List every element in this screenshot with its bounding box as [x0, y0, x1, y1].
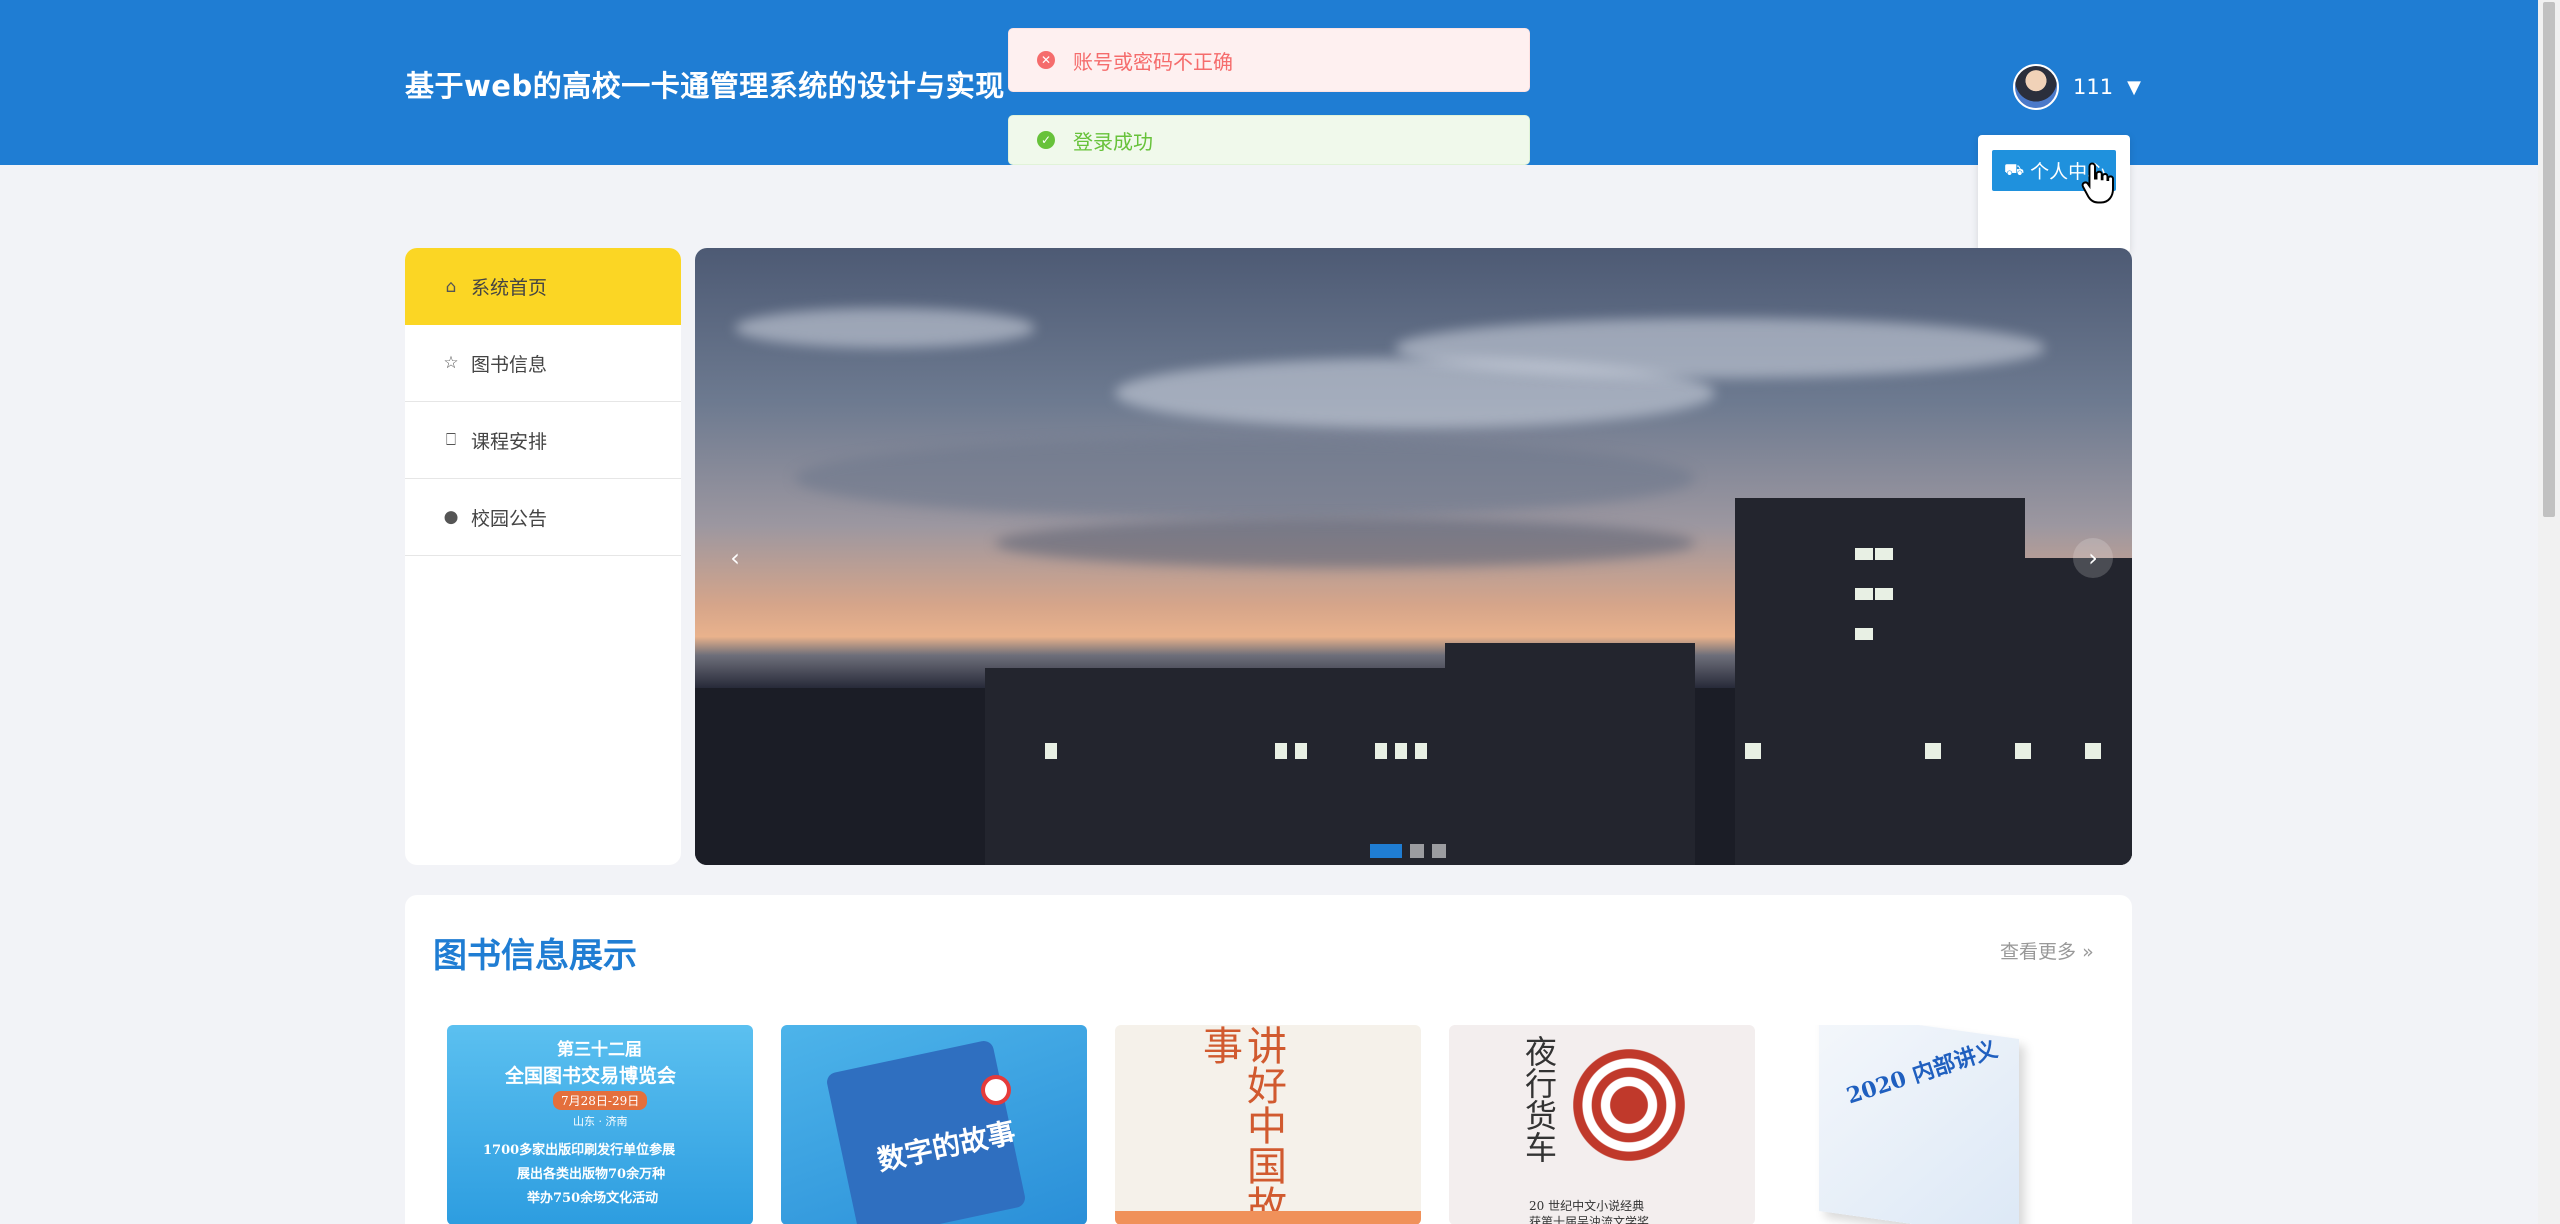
carousel-next-button[interactable]: ›	[2073, 538, 2113, 578]
user-menu[interactable]: 111 ▼	[2013, 63, 2141, 111]
book-cover-text: 全国图书交易博览会	[505, 1065, 677, 1087]
window-light	[1855, 548, 1873, 560]
success-circle-icon: ✓	[1037, 131, 1055, 149]
book-cover-text: 山东 · 济南	[573, 1115, 628, 1128]
window-light	[1875, 548, 1893, 560]
sidebar-item-label: 系统首页	[471, 277, 548, 299]
book-cover-sub: 获第十届吴浊流文学奖	[1529, 1215, 1650, 1224]
carousel-prev-button[interactable]: ‹	[715, 538, 755, 578]
sidebar-item-notices[interactable]: ● 校园公告	[405, 479, 681, 556]
carousel-indicator[interactable]	[1432, 844, 1446, 858]
lock-icon: ⎕	[445, 430, 457, 450]
window-light	[1045, 743, 1057, 759]
double-chevron-right-icon: »	[2082, 941, 2094, 963]
window-light	[1295, 743, 1307, 759]
sidebar-item-label: 图书信息	[471, 353, 548, 376]
info-icon: ●	[443, 507, 459, 527]
book-showcase: 图书信息展示 查看更多 » 第三十二届 全国图书交易博览会 7月28日-29日 …	[405, 895, 2132, 1224]
window-light	[1875, 588, 1893, 600]
truck-icon: ⛟	[2004, 160, 2025, 179]
building-shape	[1895, 558, 2132, 865]
window-light	[1855, 588, 1873, 600]
building-shape	[1445, 643, 1695, 865]
sidebar-item-home[interactable]: ⌂ 系统首页	[405, 248, 681, 325]
success-toast: ✓ 登录成功	[1008, 115, 1530, 165]
site-title: 基于web的高校一卡通管理系统的设计与实现	[405, 69, 1005, 103]
error-toast-text: 账号或密码不正确	[1073, 49, 1233, 74]
sidebar-item-courses[interactable]: ⎕ 课程安排	[405, 402, 681, 479]
star-icon: ☆	[443, 353, 459, 373]
home-icon: ⌂	[445, 276, 457, 297]
sidebar-menu: ⌂ 系统首页 ☆ 图书信息 ⎕ 课程安排 ● 校园公告	[405, 248, 681, 865]
cloud-shape	[735, 308, 1035, 348]
book-cover-title: 讲好中国故事	[1196, 1025, 1286, 1224]
window-light	[1855, 628, 1873, 640]
book-cover-text: 第三十二届	[557, 1040, 642, 1060]
book-cover-sub: 20 世纪中文小说经典	[1529, 1199, 1645, 1213]
success-toast-text: 登录成功	[1073, 129, 1153, 154]
book-cover-title: 夜行货车	[1520, 1035, 1558, 1163]
sidebar-item-label: 课程安排	[471, 430, 548, 453]
section-title: 图书信息展示	[433, 936, 637, 976]
window-light	[2015, 743, 2031, 759]
view-more-link[interactable]: 查看更多 »	[2000, 937, 2094, 964]
book-card[interactable]: 第三十二届 全国图书交易博览会 7月28日-29日 山东 · 济南 1700多家…	[447, 1025, 753, 1224]
sidebar-item-books[interactable]: ☆ 图书信息	[405, 325, 681, 402]
book-cover-text: 展出各类出版物70余万种	[517, 1167, 666, 1182]
user-avatar[interactable]	[2013, 64, 2059, 110]
error-circle-icon: ✕	[1037, 51, 1055, 69]
carousel-indicator[interactable]	[1410, 844, 1424, 858]
window-light	[1925, 743, 1941, 759]
banner-carousel[interactable]: ‹ ›	[695, 248, 2132, 865]
book-cover-text: 7月28日-29日	[553, 1091, 648, 1110]
window-light	[1745, 743, 1761, 759]
user-name[interactable]: 111	[2073, 75, 2113, 99]
caret-down-icon[interactable]: ▼	[2127, 77, 2141, 98]
window-light	[1415, 743, 1427, 759]
cloud-shape	[995, 518, 1695, 568]
scrollbar-thumb[interactable]	[2543, 2, 2555, 517]
sidebar-item-label: 校园公告	[471, 507, 548, 530]
window-light	[1375, 743, 1387, 759]
page-scrollbar[interactable]	[2538, 0, 2560, 1224]
cloud-shape	[1395, 318, 2045, 378]
window-light	[1275, 743, 1287, 759]
book-cover-text: 举办750余场文化活动	[527, 1191, 659, 1206]
book-card[interactable]: 夜行货车 20 世纪中文小说经典 获第十届吴浊流文学奖	[1449, 1025, 1755, 1224]
window-light	[1395, 743, 1407, 759]
carousel-indicator[interactable]	[1370, 844, 1402, 858]
window-light	[2085, 743, 2101, 759]
cloud-shape	[795, 438, 1695, 518]
carousel-indicators	[1370, 844, 1446, 858]
hand-cursor-icon	[2081, 162, 2114, 204]
view-more-label: 查看更多	[2000, 941, 2077, 963]
book-cover-text: 1700多家出版印刷发行单位参展	[483, 1143, 676, 1158]
error-toast: ✕ 账号或密码不正确	[1008, 28, 1530, 92]
book-card[interactable]: 讲好中国故事	[1115, 1025, 1421, 1224]
book-card[interactable]: 数字的故事	[781, 1025, 1087, 1224]
book-card[interactable]: 2020 内部讲义	[1783, 1025, 2089, 1224]
